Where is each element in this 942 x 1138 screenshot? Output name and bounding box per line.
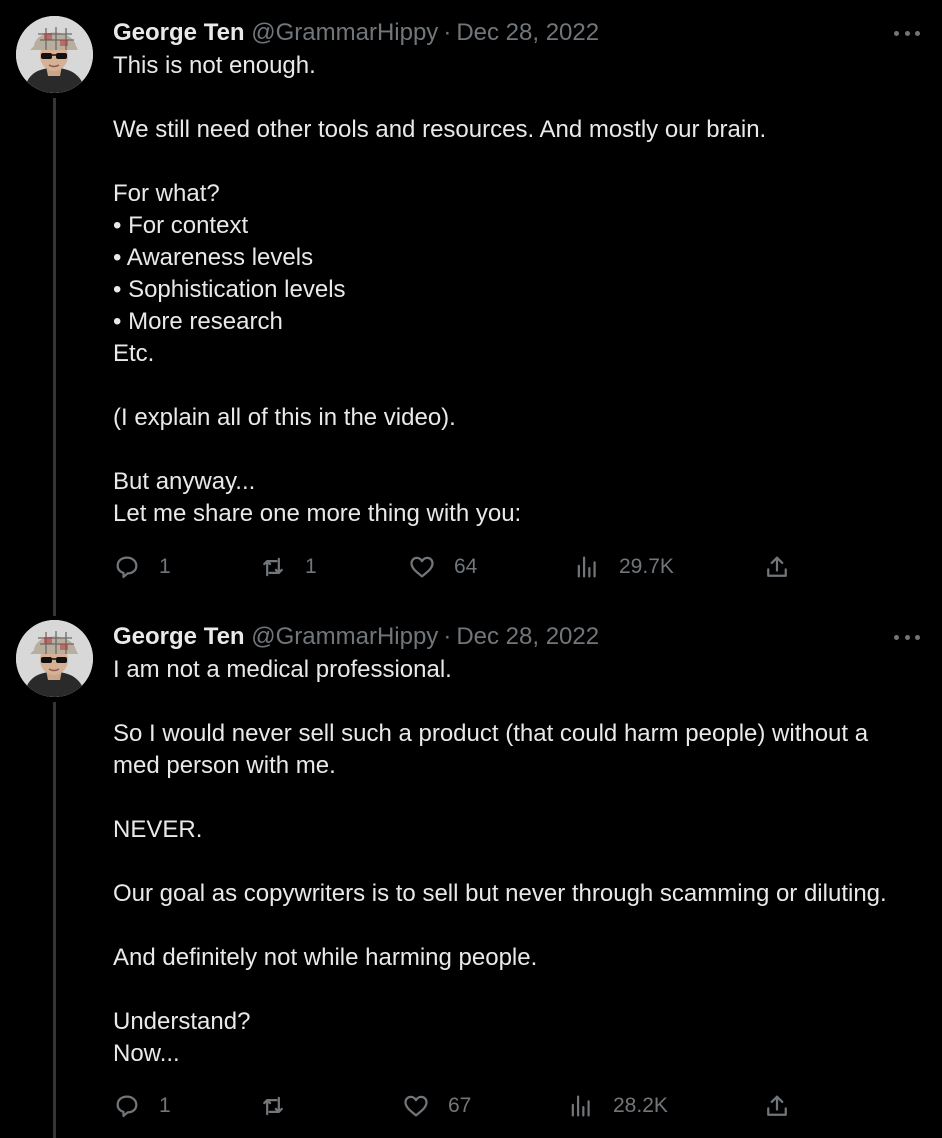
- views-button[interactable]: 28.2K: [567, 1090, 668, 1122]
- action-bar: 1 67 28.2K: [113, 1090, 803, 1122]
- avatar[interactable]: [16, 620, 93, 697]
- avatar[interactable]: [16, 16, 93, 93]
- more-icon[interactable]: [894, 16, 920, 50]
- tweet-text: This is not enough. We still need other …: [113, 50, 918, 530]
- text-line: [113, 974, 918, 1006]
- text-line: Let me share one more thing with you:: [113, 500, 522, 527]
- separator: ·: [443, 623, 452, 650]
- reply-count: 1: [159, 555, 171, 578]
- text-line: [113, 434, 918, 466]
- author-handle[interactable]: @GrammarHippy: [251, 19, 438, 46]
- tweet-date[interactable]: Dec 28, 2022: [456, 19, 599, 46]
- like-button[interactable]: 64: [408, 551, 477, 583]
- text-line: • For context: [113, 212, 249, 239]
- retweet-icon: [263, 557, 283, 577]
- reply-icon: [116, 556, 138, 579]
- text-line: We still need other tools and resources.…: [113, 116, 767, 143]
- like-count: 64: [454, 555, 478, 578]
- tweet[interactable]: George Ten @GrammarHippy · Dec 28, 2022 Th…: [0, 16, 942, 596]
- text-line: [113, 370, 918, 402]
- text-line: Now...: [113, 1040, 180, 1067]
- view-count: 29.7K: [619, 555, 674, 578]
- share-icon: [767, 1095, 787, 1116]
- tweet[interactable]: George Ten @GrammarHippy · Dec 28, 2022 I …: [0, 620, 942, 1130]
- avatar-image: [16, 16, 93, 93]
- text-line: [113, 146, 918, 178]
- text-line: • Awareness levels: [113, 244, 314, 271]
- avatar-image: [16, 620, 93, 697]
- author-name[interactable]: George Ten: [113, 19, 245, 46]
- tweet-header: George Ten @GrammarHippy · Dec 28, 2022: [113, 16, 599, 50]
- share-button[interactable]: [763, 551, 791, 583]
- reply-icon: [116, 1095, 138, 1118]
- text-line: med person with me.: [113, 752, 336, 779]
- retweet-button[interactable]: [259, 1090, 305, 1122]
- share-button[interactable]: [763, 1090, 791, 1122]
- author-handle[interactable]: @GrammarHippy: [251, 623, 438, 650]
- text-line: Understand?: [113, 1008, 251, 1035]
- text-line: [113, 910, 918, 942]
- heart-icon: [410, 556, 434, 578]
- like-button[interactable]: 67: [402, 1090, 471, 1122]
- text-line: [113, 82, 918, 114]
- share-icon: [767, 556, 787, 577]
- text-line: [113, 782, 918, 814]
- retweet-button[interactable]: 1: [259, 551, 317, 583]
- text-line: [113, 686, 918, 718]
- action-bar: 1 1 64 29.7K: [113, 551, 803, 583]
- reply-button[interactable]: 1: [113, 551, 171, 583]
- views-icon: [571, 1095, 590, 1117]
- text-line: For what?: [113, 180, 220, 207]
- tweet-date[interactable]: Dec 28, 2022: [456, 623, 599, 650]
- text-line: So I would never sell such a product (th…: [113, 720, 869, 747]
- text-line: • More research: [113, 308, 283, 335]
- text-line: I am not a medical professional.: [113, 656, 452, 683]
- text-line: [113, 846, 918, 878]
- more-icon[interactable]: [894, 620, 920, 654]
- views-icon: [577, 556, 596, 578]
- tweet-text: I am not a medical professional. So I wo…: [113, 654, 918, 1070]
- text-line: (I explain all of this in the video).: [113, 404, 456, 431]
- text-line: NEVER.: [113, 816, 203, 843]
- text-line: And definitely not while harming people.: [113, 944, 538, 971]
- author-name[interactable]: George Ten: [113, 623, 245, 650]
- heart-icon: [404, 1095, 428, 1117]
- text-line: This is not enough.: [113, 52, 316, 79]
- view-count: 28.2K: [613, 1094, 668, 1117]
- retweet-icon: [263, 1096, 283, 1116]
- retweet-count: 1: [305, 555, 317, 578]
- reply-button[interactable]: 1: [113, 1090, 171, 1122]
- reply-count: 1: [159, 1094, 171, 1117]
- like-count: 67: [448, 1094, 472, 1117]
- tweet-header: George Ten @GrammarHippy · Dec 28, 2022: [113, 620, 599, 654]
- views-button[interactable]: 29.7K: [573, 551, 674, 583]
- text-line: But anyway...: [113, 468, 256, 495]
- text-line: • Sophistication levels: [113, 276, 346, 303]
- separator: ·: [443, 19, 452, 46]
- text-line: Etc.: [113, 340, 155, 367]
- text-line: Our goal as copywriters is to sell but n…: [113, 880, 887, 907]
